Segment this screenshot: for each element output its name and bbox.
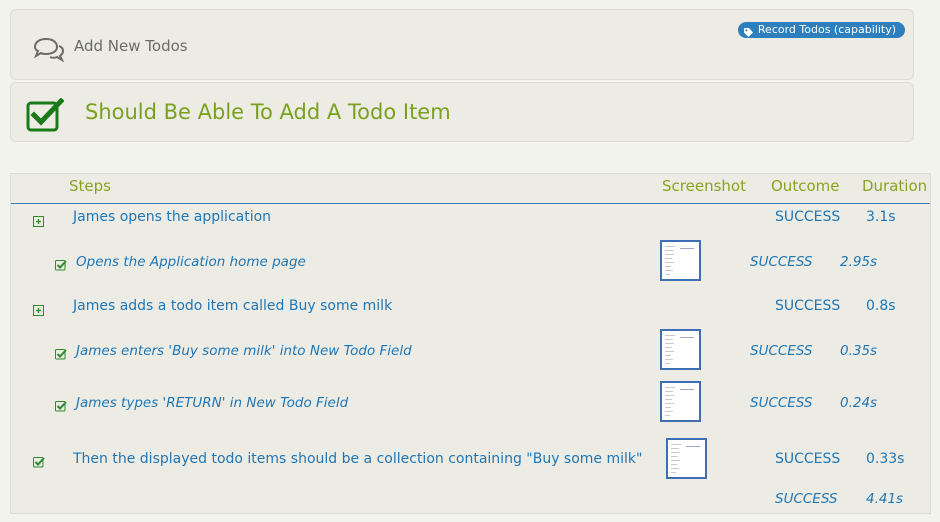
scenario-title: Should Be Able To Add A Todo Item [85, 100, 451, 124]
step-outcome: SUCCESS [775, 209, 841, 225]
screenshot-thumbnail[interactable] [660, 329, 701, 370]
screenshot-thumbnail[interactable] [666, 438, 707, 479]
check-icon [55, 256, 67, 271]
check-icon [33, 453, 45, 468]
expand-plus-icon[interactable] [33, 212, 44, 227]
step-label: James opens the application [73, 209, 272, 225]
check-icon [55, 397, 67, 412]
header-divider [11, 203, 930, 204]
screenshot-thumbnail[interactable] [660, 240, 701, 281]
chat-bubbles-icon [33, 37, 65, 66]
capability-tag[interactable]: Record Todos (capability) [737, 22, 905, 38]
steps-table: Steps Screenshot Outcome Duration James … [10, 173, 931, 514]
step-duration: 3.1s [866, 209, 896, 225]
substep-label: Opens the Application home page [76, 254, 306, 270]
check-icon [55, 345, 67, 360]
step-outcome: SUCCESS [775, 298, 841, 314]
substep-label: James enters 'Buy some milk' into New To… [76, 343, 412, 359]
step-duration: 0.33s [866, 451, 905, 467]
header-outcome: Outcome [771, 177, 840, 195]
substep-label: James types 'RETURN' in New Todo Field [76, 395, 349, 411]
total-duration: 4.41s [866, 491, 904, 507]
substep-outcome: SUCCESS [750, 343, 813, 359]
substep-outcome: SUCCESS [750, 254, 813, 270]
header-screenshot: Screenshot [662, 177, 746, 195]
step-outcome: SUCCESS [775, 451, 841, 467]
substep-duration: 2.95s [840, 254, 878, 270]
story-title: Add New Todos [74, 37, 188, 55]
scenario-panel: Should Be Able To Add A Todo Item [10, 82, 914, 142]
tag-icon [743, 26, 753, 37]
checkbox-checked-icon [26, 97, 65, 136]
step-label: James adds a todo item called Buy some m… [73, 298, 393, 314]
expand-plus-icon[interactable] [33, 301, 44, 316]
capability-tag-label: Record Todos (capability) [757, 23, 896, 36]
substep-duration: 0.24s [840, 395, 878, 411]
screenshot-thumbnail[interactable] [660, 381, 701, 422]
substep-duration: 0.35s [840, 343, 878, 359]
step-duration: 0.8s [866, 298, 896, 314]
total-outcome: SUCCESS [775, 491, 838, 507]
story-panel: Add New Todos Record Todos (capability) [10, 9, 914, 80]
header-duration: Duration [862, 177, 928, 195]
header-steps: Steps [69, 177, 111, 195]
step-label: Then the displayed todo items should be … [73, 451, 643, 467]
substep-outcome: SUCCESS [750, 395, 813, 411]
